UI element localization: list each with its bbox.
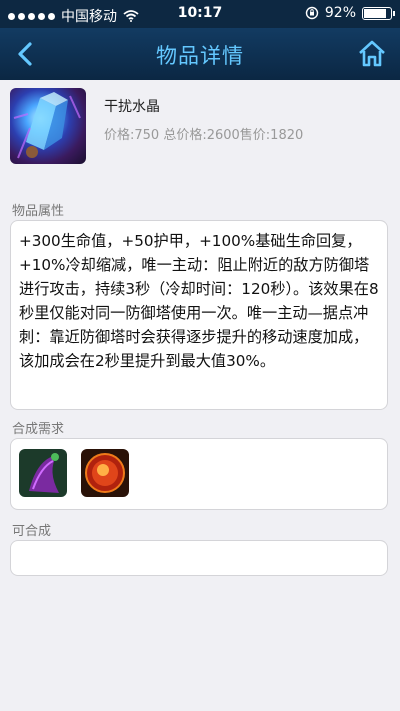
battery-percent: 92% xyxy=(324,5,356,21)
recipe-item-cloak[interactable] xyxy=(19,449,67,497)
item-header: 干扰水晶 价格:750 总价格:2600售价:1820 xyxy=(10,88,390,168)
status-bar: 中国移动 10:17 92% xyxy=(0,0,400,28)
builds-into-card xyxy=(10,540,388,576)
item-name: 干扰水晶 xyxy=(104,99,160,115)
nav-bar: 物品详情 xyxy=(0,28,400,80)
attributes-card: +300生命值，+50护甲，+100%基础生命回复，+10%冷却缩减，唯一主动：… xyxy=(10,220,388,410)
page-title: 物品详情 xyxy=(156,44,244,68)
home-icon[interactable] xyxy=(354,36,390,72)
crystal-icon xyxy=(13,92,81,159)
section-label-recipe: 合成需求 xyxy=(12,422,65,437)
battery-fill xyxy=(364,8,387,18)
section-label-attributes: 物品属性 xyxy=(12,204,65,219)
item-image xyxy=(10,88,86,164)
item-prices: 价格:750 总价格:2600售价:1820 xyxy=(104,128,304,143)
rotation-lock-icon xyxy=(305,6,319,20)
recipe-card xyxy=(10,438,388,510)
section-label-builds-into: 可合成 xyxy=(12,524,52,539)
status-right: 92% xyxy=(305,5,395,21)
fire-orb-icon xyxy=(81,449,129,497)
cloak-icon xyxy=(19,449,67,497)
recipe-item-orb[interactable] xyxy=(81,449,129,497)
battery-icon xyxy=(362,6,395,20)
item-description: +300生命值，+50护甲，+100%基础生命回复，+10%冷却缩减，唯一主动：… xyxy=(19,232,379,370)
